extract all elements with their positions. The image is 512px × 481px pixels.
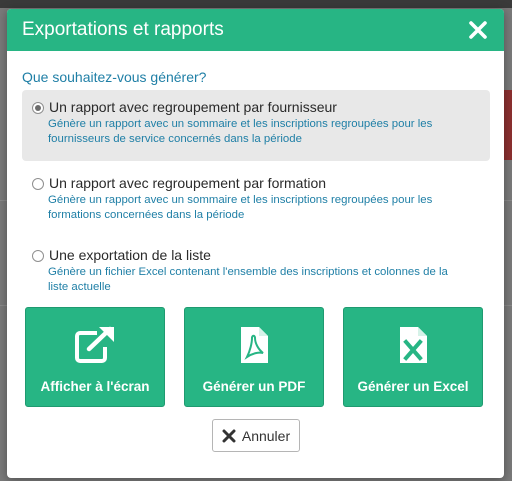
- option-label: Un rapport avec regroupement par formati…: [49, 175, 327, 191]
- radio-supplier-report[interactable]: [32, 102, 44, 114]
- cancel-label: Annuler: [241, 427, 291, 444]
- action-label: Afficher à l'écran: [40, 379, 150, 394]
- option-description: Génère un rapport avec un sommaire et le…: [48, 194, 433, 221]
- option-label: Une exportation de la liste: [49, 247, 211, 263]
- show-on-screen-button[interactable]: Afficher à l'écran: [25, 307, 165, 407]
- option-label: Un rapport avec regroupement par fournis…: [49, 99, 337, 115]
- close-icon: [222, 429, 236, 442]
- option-description: Génère un rapport avec un sommaire et le…: [48, 118, 433, 145]
- generate-pdf-button[interactable]: Générer un PDF: [184, 307, 324, 407]
- generate-excel-button[interactable]: Générer un Excel: [343, 307, 483, 407]
- close-icon: [469, 21, 487, 39]
- excel-file-icon: [400, 327, 427, 363]
- option-supplier-report[interactable]: Un rapport avec regroupement par fournis…: [22, 90, 490, 161]
- pdf-file-icon: [241, 327, 268, 363]
- question-label: Que souhaitez-vous générer?: [22, 69, 207, 85]
- modal-title: Exportations et rapports: [22, 19, 224, 40]
- cancel-button[interactable]: Annuler: [212, 419, 300, 452]
- background-page-header: [0, 0, 512, 8]
- option-list-export[interactable]: Une exportation de la liste Génère un fi…: [22, 238, 490, 304]
- modal-header: Exportations et rapports: [7, 9, 504, 51]
- option-training-report[interactable]: Un rapport avec regroupement par formati…: [22, 166, 490, 232]
- close-button[interactable]: [466, 18, 490, 42]
- export-modal: Exportations et rapports Que souhaitez-v…: [7, 9, 504, 478]
- option-description: Génère un fichier Excel contenant l'ense…: [48, 266, 448, 293]
- external-link-icon: [75, 326, 114, 363]
- action-label: Générer un PDF: [202, 379, 306, 394]
- radio-training-report[interactable]: [32, 178, 44, 190]
- radio-list-export[interactable]: [32, 250, 44, 262]
- action-label: Générer un Excel: [357, 379, 469, 394]
